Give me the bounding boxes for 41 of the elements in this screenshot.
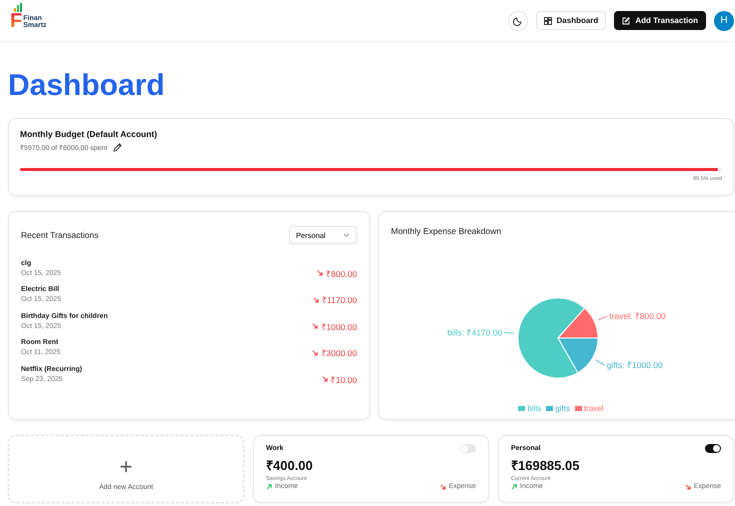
expense-breakdown-title: Monthly Expense Breakdown bbox=[391, 226, 502, 236]
arrow-up-right-icon bbox=[266, 484, 272, 490]
arrow-down-right-icon bbox=[312, 350, 318, 356]
account-balance: ₹400.00 bbox=[266, 457, 314, 474]
slice-label: bills: ₹4170.00 bbox=[447, 327, 502, 338]
legend-label: travel bbox=[584, 404, 604, 413]
add-transaction-button[interactable]: Add Transaction bbox=[614, 11, 706, 30]
transactions-title: Recent Transactions bbox=[21, 230, 98, 240]
edit-icon bbox=[622, 16, 630, 24]
leader-line bbox=[596, 360, 606, 366]
arrow-down-right-icon bbox=[322, 376, 328, 382]
slice-label: gifts: ₹1000.00 bbox=[606, 360, 663, 370]
budget-title: Monthly Budget (Default Account) bbox=[20, 129, 158, 139]
plus-icon: + bbox=[120, 456, 132, 478]
transaction-amount: ₹800.00 bbox=[326, 268, 357, 279]
arrow-up-right-icon bbox=[511, 484, 517, 490]
grid-icon bbox=[544, 16, 552, 24]
slice-label: travel: ₹800.00 bbox=[609, 310, 666, 321]
arrow-down-right-icon bbox=[684, 484, 691, 490]
account-toggle[interactable] bbox=[705, 444, 721, 453]
transaction-amount: ₹1170.00 bbox=[322, 294, 357, 306]
legend-label: gifts bbox=[555, 404, 570, 413]
leader-line bbox=[504, 332, 515, 334]
leader-line bbox=[598, 316, 608, 320]
avatar[interactable]: H bbox=[714, 10, 734, 30]
arrow-down-right-icon bbox=[312, 323, 318, 330]
arrow-down-right-icon bbox=[312, 296, 319, 303]
chevron-down-icon bbox=[343, 232, 350, 238]
pencil-icon[interactable] bbox=[113, 143, 122, 152]
arrow-down-right-icon bbox=[440, 484, 446, 490]
moon-icon bbox=[512, 16, 523, 26]
theme-toggle-button[interactable] bbox=[508, 10, 528, 30]
legend-label: bills bbox=[527, 404, 542, 413]
transaction-amount: ₹3000.00 bbox=[321, 347, 357, 358]
dashboard-button[interactable]: Dashboard bbox=[536, 11, 606, 30]
transaction-amount: ₹10.00 bbox=[330, 374, 357, 385]
arrow-down-right-icon bbox=[317, 270, 323, 276]
transaction-amount: ₹1000.00 bbox=[321, 320, 357, 332]
account-balance: ₹169885.05 bbox=[511, 457, 580, 474]
bar-chart-icon bbox=[14, 2, 22, 12]
page-title: Dashboard bbox=[8, 68, 166, 104]
